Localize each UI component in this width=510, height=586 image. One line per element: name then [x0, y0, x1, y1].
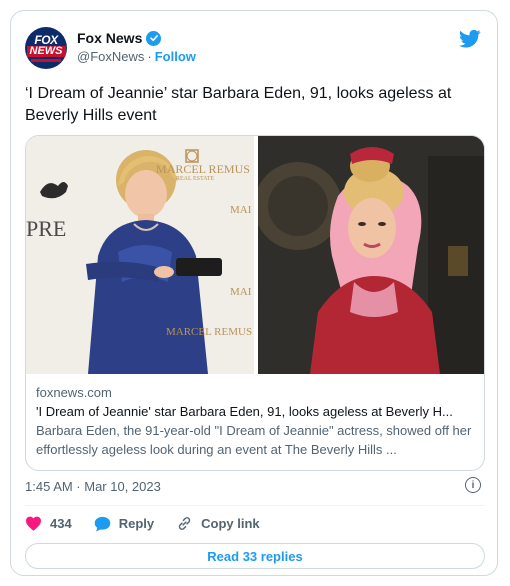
link-preview-meta: foxnews.com 'I Dream of Jeannie' star Ba… [36, 384, 476, 459]
link-icon [179, 517, 191, 530]
tweet-actions: 434 Reply Copy link [25, 515, 260, 532]
heart-icon [26, 516, 41, 531]
avatar-stripe [31, 58, 61, 62]
backdrop-pre: PRE [26, 216, 67, 241]
avatar-text-top: FOX [34, 32, 58, 47]
info-icon[interactable]: i [465, 477, 481, 493]
verified-badge-icon [146, 30, 162, 46]
reply-label: Reply [118, 516, 155, 531]
tweet-timestamp[interactable]: 1:45 AM · Mar 10, 2023 [25, 479, 161, 494]
read-replies-button[interactable]: Read 33 replies [25, 543, 485, 569]
backdrop-brand-sub: REAL ESTATE [176, 176, 215, 182]
account-name[interactable]: Fox News [77, 30, 142, 46]
link-preview-media[interactable]: MARCEL REMUS REAL ESTATE PRE MAI MAI MAR… [26, 136, 484, 374]
avatar[interactable]: FOX NEWS [25, 27, 67, 69]
account-name-row[interactable]: Fox News [77, 30, 162, 46]
handle-row: @FoxNews · Follow [77, 49, 196, 64]
link-title[interactable]: 'I Dream of Jeannie' star Barbara Eden, … [36, 402, 476, 421]
copy-link-label: Copy link [201, 516, 260, 531]
link-domain: foxnews.com [36, 385, 112, 400]
avatar-text-bottom: NEWS [26, 45, 66, 57]
like-count: 434 [50, 516, 72, 531]
backdrop-brand-bottom: MARCEL REMUS [166, 326, 253, 338]
twitter-bird-icon[interactable] [459, 29, 481, 49]
backdrop-brand-top: MARCEL REMUS [156, 162, 250, 176]
handle-separator: · [147, 49, 152, 64]
reply-button[interactable]: Reply [94, 516, 154, 532]
reply-bubble-icon [94, 516, 110, 531]
copy-link-button[interactable]: Copy link [176, 515, 260, 532]
photo-vintage [258, 136, 484, 374]
link-preview-card[interactable]: MARCEL REMUS REAL ESTATE PRE MAI MAI MAR… [25, 135, 485, 471]
account-handle[interactable]: @FoxNews [77, 49, 144, 64]
link-description: Barbara Eden, the 91-year-old "I Dream o… [36, 423, 472, 457]
tweet-text: ‘I Dream of Jeannie’ star Barbara Eden, … [25, 85, 452, 124]
divider [25, 505, 485, 506]
backdrop-mai-1: MAI [230, 204, 252, 216]
tweet-embed-card: FOX NEWS Fox News @FoxNews · Follow ‘I D… [10, 10, 498, 576]
like-button[interactable]: 434 [25, 516, 72, 531]
backdrop-mai-2: MAI [230, 286, 252, 298]
photo-vintage-illustration [258, 136, 484, 374]
follow-button[interactable]: Follow [155, 49, 196, 64]
photo-event: MARCEL REMUS REAL ESTATE PRE MAI MAI MAR… [26, 136, 254, 374]
